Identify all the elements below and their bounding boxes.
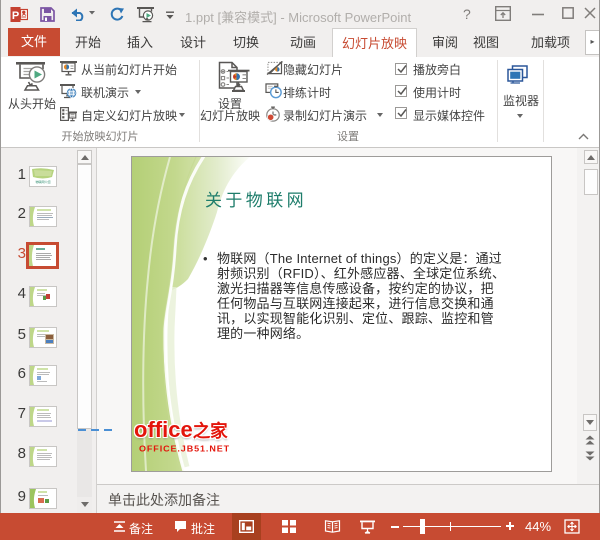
svg-text:P: P (12, 10, 19, 22)
svg-text:物联网介绍: 物联网介绍 (35, 179, 50, 184)
